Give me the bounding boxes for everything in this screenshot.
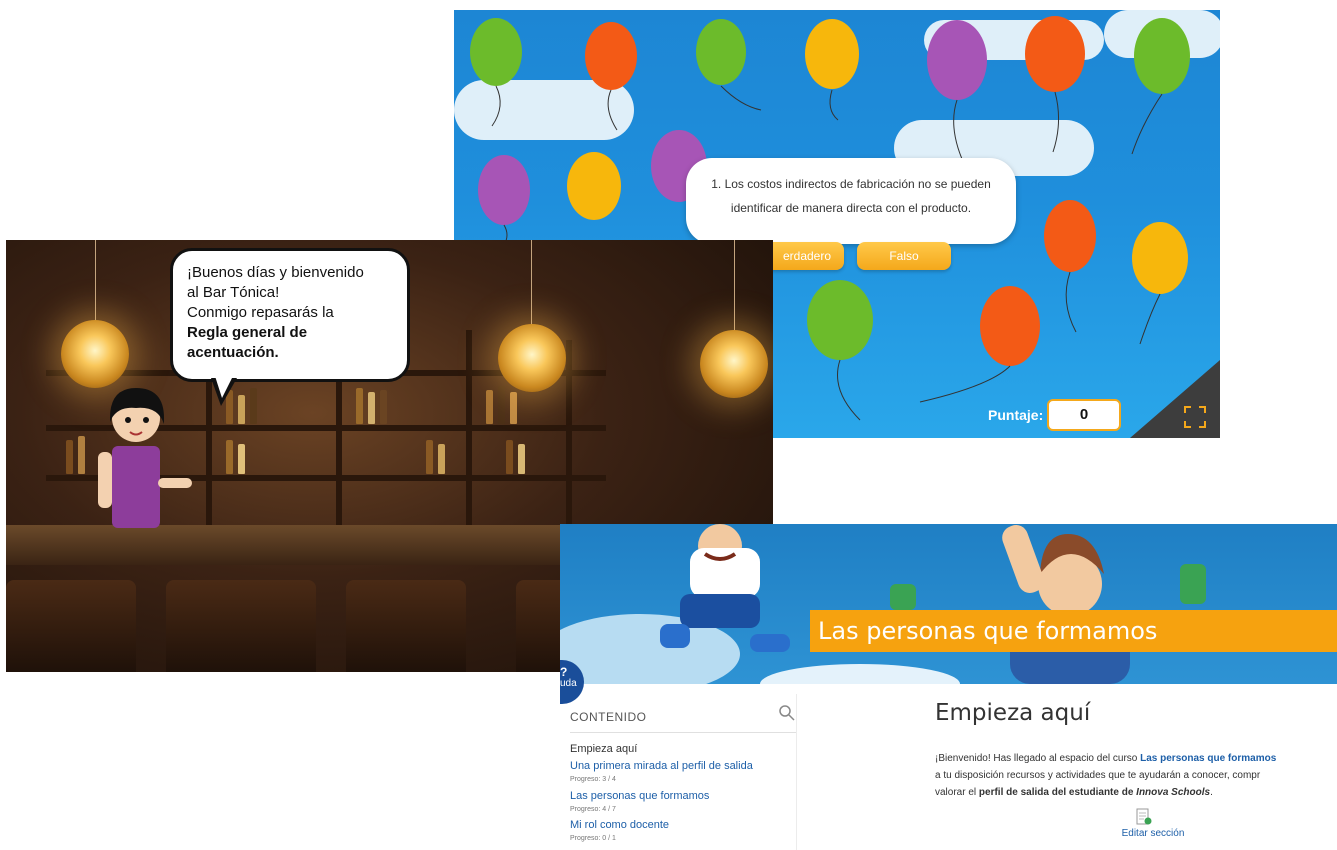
corner-decoration bbox=[1130, 360, 1220, 438]
speech-line: ¡Buenos días y bienvenido bbox=[187, 264, 364, 281]
nav-item-personas[interactable]: Las personas que formamos bbox=[570, 790, 709, 802]
balloon[interactable] bbox=[696, 19, 762, 111]
fullscreen-icon[interactable] bbox=[1184, 406, 1206, 428]
balloon[interactable] bbox=[1132, 222, 1188, 345]
speech-line-bold: Regla general de bbox=[187, 324, 308, 341]
intro-paragraph: ¡Bienvenido! Has llegado al espacio del … bbox=[935, 750, 1337, 801]
nav-item-rol-docente[interactable]: Mi rol como docente bbox=[570, 819, 669, 831]
intro-text: a tu disposición recursos y actividades … bbox=[935, 770, 1261, 781]
nav-item-empieza[interactable]: Empieza aquí bbox=[570, 743, 637, 755]
edit-section-link[interactable]: Editar sección bbox=[1113, 828, 1193, 839]
help-button[interactable]: ? uda bbox=[560, 660, 584, 704]
nav-item-primera-mirada[interactable]: Una primera mirada al perfil de salida bbox=[570, 760, 753, 772]
balloon[interactable] bbox=[927, 20, 987, 171]
nav-progress: Progreso: 3 / 4 bbox=[570, 776, 616, 783]
shelf bbox=[566, 340, 572, 530]
sidebar-rule bbox=[570, 732, 796, 733]
intro-text-italic: Innova Schools bbox=[1136, 787, 1211, 798]
pendant-lamp bbox=[498, 324, 566, 392]
lamp-cord bbox=[734, 240, 735, 330]
intro-text: valorar el bbox=[935, 787, 979, 798]
score-label: Puntaje: bbox=[988, 407, 1044, 423]
sidebar-title: CONTENIDO bbox=[570, 710, 647, 724]
help-label: uda bbox=[560, 678, 577, 689]
course-title-banner: Las personas que formamos bbox=[810, 610, 1337, 652]
balloon[interactable] bbox=[1131, 18, 1190, 155]
adult-illustration bbox=[1002, 525, 1130, 684]
running-child-illustration bbox=[660, 524, 790, 652]
true-button[interactable]: erdadero bbox=[766, 242, 844, 270]
balloon[interactable] bbox=[919, 286, 1040, 403]
balloon[interactable] bbox=[470, 18, 522, 127]
section-heading: Empieza aquí bbox=[935, 700, 1091, 726]
balloon[interactable] bbox=[478, 155, 530, 246]
balloon[interactable] bbox=[1044, 200, 1096, 333]
speech-line: Conmigo repasarás la bbox=[187, 304, 334, 321]
pendant-lamp bbox=[700, 330, 768, 398]
plant-icon bbox=[890, 584, 916, 610]
question-text-line-1: 1. Los costos indirectos de fabricación … bbox=[711, 177, 991, 191]
hero-banner: Las personas que formamos bbox=[560, 524, 1337, 684]
teacher-character bbox=[98, 388, 192, 528]
shelf bbox=[466, 330, 472, 530]
score-value: 0 bbox=[1047, 399, 1121, 431]
plant-icon bbox=[1180, 564, 1206, 604]
question-text-line-2: identificar de manera directa con el pro… bbox=[730, 201, 972, 215]
edit-section-icon[interactable] bbox=[1136, 808, 1152, 826]
help-icon: ? bbox=[560, 665, 568, 679]
lamp-cord bbox=[531, 240, 532, 325]
speech-line: al Bar Tónica! bbox=[187, 284, 280, 301]
bar-stool bbox=[166, 580, 316, 672]
speech-tail-inner bbox=[215, 376, 233, 398]
question-card: 1. Los costos indirectos de fabricación … bbox=[686, 158, 1016, 244]
nav-progress: Progreso: 4 / 7 bbox=[570, 806, 616, 813]
balloon[interactable] bbox=[585, 22, 637, 131]
bar-stool bbox=[346, 580, 466, 672]
balloon[interactable] bbox=[1025, 16, 1085, 153]
balloon[interactable] bbox=[807, 280, 873, 421]
balloon[interactable] bbox=[567, 152, 621, 220]
intro-text: ¡Bienvenido! Has llegado al espacio del … bbox=[935, 753, 1141, 764]
search-icon[interactable] bbox=[778, 704, 796, 722]
speech-line-bold: acentuación. bbox=[187, 344, 279, 361]
balloon[interactable] bbox=[805, 19, 859, 121]
lamp-cord bbox=[95, 240, 96, 325]
intro-text: . bbox=[1210, 787, 1213, 798]
speech-bubble: ¡Buenos días y bienvenido al Bar Tónica!… bbox=[170, 248, 410, 382]
sidebar-divider bbox=[796, 694, 797, 850]
pendant-lamp bbox=[61, 320, 129, 388]
nav-progress: Progreso: 0 / 1 bbox=[570, 835, 616, 842]
course-link[interactable]: Las personas que formamos bbox=[1140, 753, 1276, 764]
bar-stool bbox=[6, 580, 136, 672]
course-page-panel: Las personas que formamos ? uda CONTENID… bbox=[560, 524, 1337, 850]
false-button[interactable]: Falso bbox=[857, 242, 951, 270]
intro-text-bold: perfil de salida del estudiante de bbox=[978, 787, 1137, 798]
